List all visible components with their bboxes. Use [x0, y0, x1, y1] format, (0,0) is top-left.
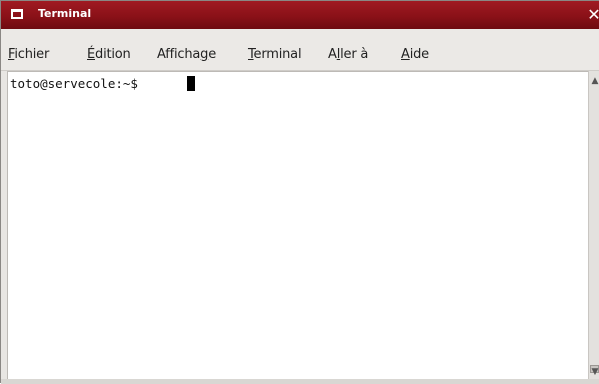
menu-aide-mnemonic: A: [401, 47, 410, 62]
menu-edition-label: dition: [95, 47, 131, 62]
menu-terminal[interactable]: Terminal: [248, 46, 302, 63]
menu-affichage-label: e: [208, 47, 217, 62]
menu-aide-label: ide: [409, 47, 429, 62]
window-icon[interactable]: [11, 9, 23, 19]
arrow-down-icon[interactable]: ▼: [590, 367, 599, 377]
menu-edition[interactable]: Édition: [87, 46, 131, 63]
vertical-scrollbar[interactable]: ▲ ▼: [588, 71, 599, 379]
window-title: Terminal: [38, 7, 92, 20]
title-bar[interactable]: Terminal ✕: [1, 1, 599, 29]
menu-aller-a[interactable]: Aller à: [328, 46, 368, 63]
menu-aller-a-label-pre: A: [328, 47, 337, 62]
menu-aller-a-label: ler à: [340, 47, 369, 62]
terminal-output[interactable]: toto@servecole:~$: [7, 71, 588, 379]
menu-affichage-label-pre: Afficha: [157, 47, 201, 62]
close-button[interactable]: ✕: [584, 5, 599, 25]
menu-aide[interactable]: Aide: [401, 46, 429, 63]
window-bottom-border: [1, 379, 599, 384]
menu-affichage[interactable]: Affichage: [157, 46, 216, 63]
arrow-up-icon[interactable]: ▲: [590, 76, 599, 86]
menu-terminal-label: erminal: [253, 47, 302, 62]
menu-fichier-label: ichier: [14, 47, 50, 62]
menu-edition-mnemonic: É: [87, 47, 96, 62]
shell-prompt: toto@servecole:~$: [10, 76, 138, 91]
menu-affichage-mnemonic: g: [200, 47, 209, 62]
menu-bar: Fichier Édition Affichage Terminal Aller…: [1, 29, 599, 71]
menu-fichier[interactable]: Fichier: [8, 46, 49, 63]
text-cursor: [187, 76, 195, 91]
terminal-window: Terminal ✕ Fichier Édition Affichage Ter…: [0, 0, 599, 384]
